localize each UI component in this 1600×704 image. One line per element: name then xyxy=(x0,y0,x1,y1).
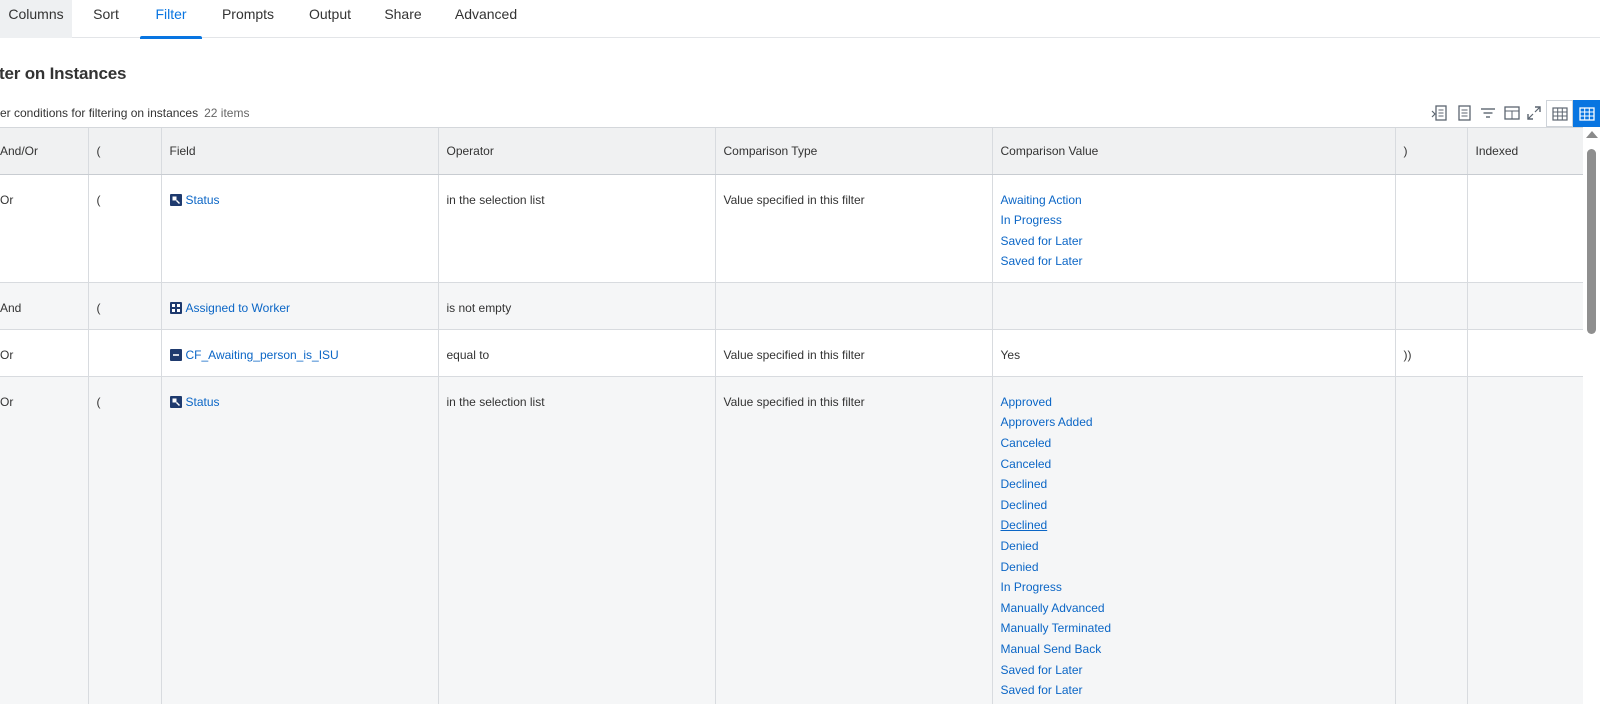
comparison-type-cell: Value specified in this filter xyxy=(715,376,993,704)
tab-sort[interactable]: Sort xyxy=(84,0,128,38)
column-header-field[interactable]: Field xyxy=(161,128,439,175)
column-chooser-icon[interactable] xyxy=(1502,103,1522,123)
comparison-value-link[interactable]: Saved for Later xyxy=(1001,231,1387,252)
tab-filter[interactable]: Filter xyxy=(140,0,202,39)
page-title: ilter on Instances xyxy=(0,64,127,83)
column-header-and-or[interactable]: And/Or xyxy=(0,128,89,175)
open-paren-cell: ( xyxy=(88,282,162,330)
field-link-assigned-to-worker[interactable]: Assigned to Worker xyxy=(186,298,291,319)
comparison-type-cell: Value specified in this filter xyxy=(715,329,993,377)
comparison-value-list: Awaiting Action In Progress Saved for La… xyxy=(1001,190,1387,272)
comparison-value-link[interactable]: Saved for Later xyxy=(1001,660,1387,681)
open-paren-cell: ( xyxy=(88,174,162,283)
tab-prompts[interactable]: Prompts xyxy=(214,0,282,38)
column-header-close-paren[interactable]: ) xyxy=(1395,128,1468,175)
vertical-scrollbar[interactable] xyxy=(1583,127,1600,704)
filter-grid: And/Or ( Field Operator Comparison Type … xyxy=(0,127,1583,704)
grid-view-icon[interactable] xyxy=(1546,100,1573,127)
comparison-value-link[interactable]: Saved for Later xyxy=(1001,251,1387,272)
column-header-open-paren[interactable]: ( xyxy=(88,128,162,175)
open-paren-cell: ( xyxy=(88,376,162,704)
column-header-indexed[interactable]: Indexed xyxy=(1467,128,1583,175)
scroll-up-arrow-icon[interactable] xyxy=(1586,131,1598,138)
and-or-cell: Or xyxy=(0,376,89,704)
and-or-cell: Or xyxy=(0,174,89,283)
table-row[interactable]: And ( Assigned to Worker is not empty xyxy=(0,282,1583,330)
table-row[interactable]: Or ( Status in the selection list Value … xyxy=(0,376,1583,704)
indexed-cell xyxy=(1467,329,1583,377)
comparison-value-link[interactable]: Canceled xyxy=(1001,454,1387,475)
comparison-type-cell: Value specified in this filter xyxy=(715,174,993,283)
close-paren-cell: )) xyxy=(1395,329,1468,377)
indexed-cell xyxy=(1467,174,1583,283)
and-or-cell: And xyxy=(0,282,89,330)
table-header-row: And/Or ( Field Operator Comparison Type … xyxy=(0,128,1583,175)
field-cell: Assigned to Worker xyxy=(161,282,439,330)
column-header-comparison-type[interactable]: Comparison Type xyxy=(715,128,993,175)
comparison-value-list: Approved Approvers Added Canceled Cancel… xyxy=(1001,392,1387,701)
comparison-value-link[interactable]: Declined xyxy=(1001,474,1387,495)
column-header-operator[interactable]: Operator xyxy=(438,128,716,175)
comparison-value-link[interactable]: Approvers Added xyxy=(1001,412,1387,433)
column-header-comparison-value[interactable]: Comparison Value xyxy=(992,128,1396,175)
boolean-field-icon xyxy=(169,349,182,362)
fullscreen-icon[interactable] xyxy=(1524,103,1544,123)
indexed-cell xyxy=(1467,376,1583,704)
comparison-value-cell xyxy=(992,282,1396,330)
export-to-excel-icon[interactable] xyxy=(1430,103,1450,123)
tab-columns[interactable]: Columns xyxy=(0,0,72,38)
tab-advanced[interactable]: Advanced xyxy=(448,0,524,38)
tab-output[interactable]: Output xyxy=(301,0,359,38)
comparison-value-link[interactable]: In Progress xyxy=(1001,210,1387,231)
operator-cell: in the selection list xyxy=(438,376,716,704)
close-paren-cell xyxy=(1395,376,1468,704)
field-link-status[interactable]: Status xyxy=(186,392,220,413)
comparison-value-cell: Approved Approvers Added Canceled Cancel… xyxy=(992,376,1396,704)
comparison-value-link[interactable]: Declined xyxy=(1001,495,1387,516)
field-link-status[interactable]: Status xyxy=(186,190,220,211)
operator-cell: in the selection list xyxy=(438,174,716,283)
tab-share[interactable]: Share xyxy=(377,0,429,38)
filter-icon[interactable] xyxy=(1478,103,1498,123)
comparison-type-cell xyxy=(715,282,993,330)
comparison-value-link[interactable]: In Progress xyxy=(1001,577,1387,598)
export-to-pdf-icon[interactable] xyxy=(1454,103,1474,123)
comparison-value-link[interactable]: Manual Send Back xyxy=(1001,639,1387,660)
comparison-value-cell: Awaiting Action In Progress Saved for La… xyxy=(992,174,1396,283)
operator-cell: equal to xyxy=(438,329,716,377)
open-paren-cell xyxy=(88,329,162,377)
comparison-value-link[interactable]: Awaiting Action xyxy=(1001,190,1387,211)
comparison-value-link[interactable]: Manually Terminated xyxy=(1001,618,1387,639)
comparison-value-link[interactable]: Approved xyxy=(1001,392,1387,413)
grid-subtitle: lter conditions for filtering on instanc… xyxy=(0,106,249,120)
single-instance-icon xyxy=(169,194,182,206)
comparison-value-link[interactable]: Canceled xyxy=(1001,433,1387,454)
comparison-value-link[interactable]: Denied xyxy=(1001,536,1387,557)
item-count: 22 items xyxy=(204,106,250,120)
comparison-value-link-hovered[interactable]: Declined xyxy=(1001,515,1387,536)
comparison-value-link[interactable]: Saved for Later xyxy=(1001,680,1387,701)
filter-conditions-table: And/Or ( Field Operator Comparison Type … xyxy=(0,128,1583,704)
tab-bar: Columns Sort Filter Prompts Output Share… xyxy=(0,0,1600,39)
close-paren-cell xyxy=(1395,282,1468,330)
comparison-value-link[interactable]: Denied xyxy=(1001,557,1387,578)
table-view-icon[interactable] xyxy=(1573,100,1600,127)
field-link-cf-awaiting-person[interactable]: CF_Awaiting_person_is_ISU xyxy=(186,345,339,366)
field-cell: Status xyxy=(161,376,439,704)
operator-cell: is not empty xyxy=(438,282,716,330)
single-instance-icon xyxy=(169,396,182,409)
and-or-cell: Or xyxy=(0,329,89,377)
multi-instance-icon xyxy=(169,302,182,315)
comparison-value-link[interactable]: Manually Advanced xyxy=(1001,598,1387,619)
field-cell: CF_Awaiting_person_is_ISU xyxy=(161,329,439,377)
comparison-value-cell: Yes xyxy=(992,329,1396,377)
scrollbar-thumb[interactable] xyxy=(1587,149,1596,334)
table-row[interactable]: Or ( Status in the selection list Value … xyxy=(0,174,1583,283)
table-row[interactable]: Or CF_Awaiting_person_is_ISU equal to Va… xyxy=(0,329,1583,377)
indexed-cell xyxy=(1467,282,1583,330)
field-cell: Status xyxy=(161,174,439,283)
grid-description: lter conditions for filtering on instanc… xyxy=(0,106,199,120)
close-paren-cell xyxy=(1395,174,1468,283)
